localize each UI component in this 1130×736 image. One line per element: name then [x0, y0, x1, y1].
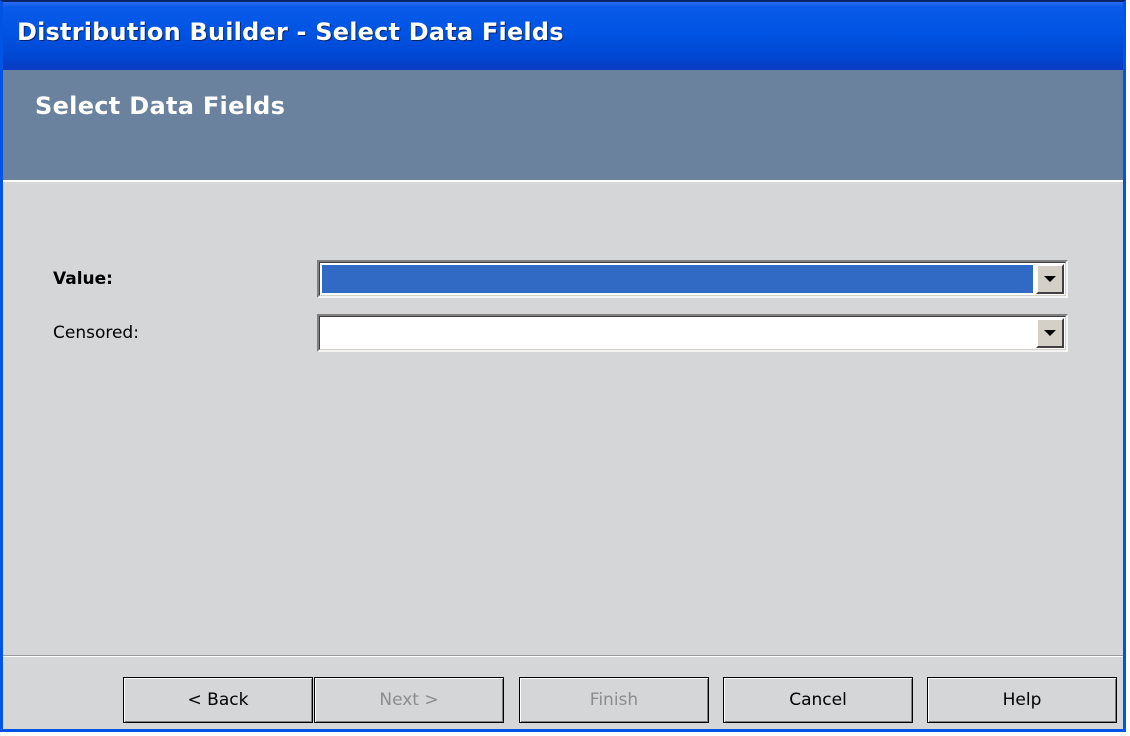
back-button[interactable]: < Back — [123, 677, 313, 723]
value-dropdown[interactable] — [317, 260, 1068, 298]
value-dropdown-selection[interactable] — [322, 265, 1033, 293]
chevron-down-icon — [1044, 330, 1056, 336]
censored-label: Censored: — [53, 323, 139, 343]
wizard-body: Value: Censored: — [3, 182, 1123, 655]
cancel-button[interactable]: Cancel — [723, 677, 913, 723]
wizard-window: Distribution Builder - Select Data Field… — [0, 0, 1126, 732]
help-button[interactable]: Help — [927, 677, 1117, 723]
wizard-header: Select Data Fields — [3, 70, 1123, 182]
value-label: Value: — [53, 269, 113, 289]
censored-dropdown-frame — [319, 316, 1066, 350]
value-dropdown-frame — [319, 262, 1066, 296]
title-bar[interactable]: Distribution Builder - Select Data Field… — [3, 2, 1123, 70]
window-title: Distribution Builder - Select Data Field… — [17, 18, 564, 46]
page-heading: Select Data Fields — [35, 92, 286, 120]
next-button[interactable]: Next > — [314, 677, 504, 723]
wizard-footer: < Back Next > Finish Cancel Help — [3, 655, 1123, 729]
censored-dropdown-button[interactable] — [1036, 318, 1064, 348]
chevron-down-icon — [1044, 276, 1056, 282]
finish-button[interactable]: Finish — [519, 677, 709, 723]
censored-dropdown[interactable] — [317, 314, 1068, 352]
censored-dropdown-selection[interactable] — [322, 319, 1033, 347]
value-dropdown-button[interactable] — [1036, 264, 1064, 294]
